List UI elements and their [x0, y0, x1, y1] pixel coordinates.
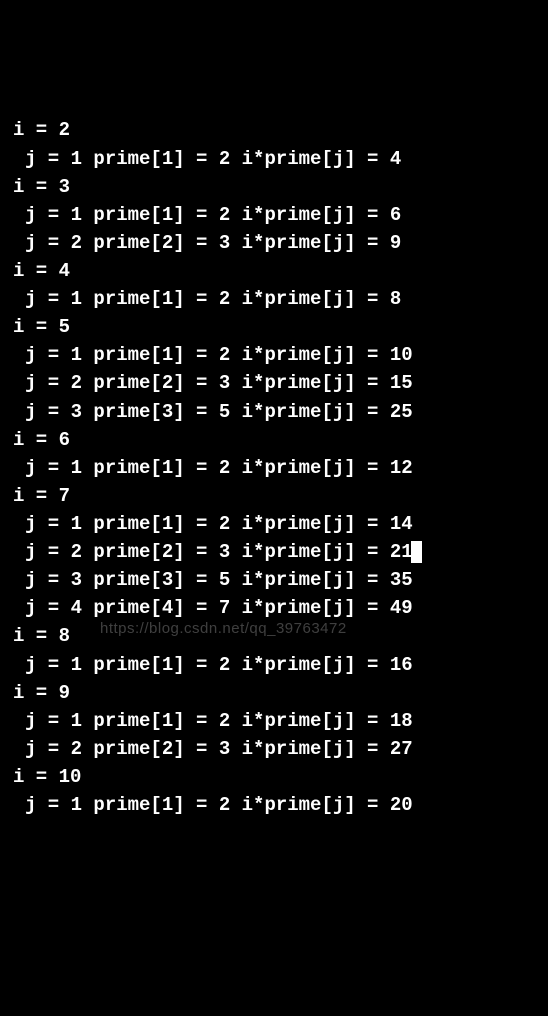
- output-line: j = 4 prime[4] = 7 i*prime[j] = 49: [8, 594, 548, 622]
- output-text: j = 1 prime[1] = 2 i*prime[j] = 6: [25, 204, 401, 226]
- output-line: j = 1 prime[1] = 2 i*prime[j] = 4: [8, 145, 548, 173]
- output-line: j = 1 prime[1] = 2 i*prime[j] = 8: [8, 285, 548, 313]
- output-text: i = 8: [13, 625, 70, 647]
- output-line: j = 1 prime[1] = 2 i*prime[j] = 18: [8, 707, 548, 735]
- output-text: j = 1 prime[1] = 2 i*prime[j] = 14: [25, 513, 413, 535]
- output-line: j = 3 prime[3] = 5 i*prime[j] = 35: [8, 566, 548, 594]
- output-line: j = 1 prime[1] = 2 i*prime[j] = 16: [8, 651, 548, 679]
- output-text: i = 5: [13, 316, 70, 338]
- output-text: i = 10: [13, 766, 81, 788]
- output-text: j = 3 prime[3] = 5 i*prime[j] = 35: [25, 569, 413, 591]
- output-line: i = 10: [8, 763, 548, 791]
- output-line: j = 1 prime[1] = 2 i*prime[j] = 6: [8, 201, 548, 229]
- output-text: j = 1 prime[1] = 2 i*prime[j] = 12: [25, 457, 413, 479]
- output-text: j = 1 prime[1] = 2 i*prime[j] = 16: [25, 654, 413, 676]
- output-line: j = 1 prime[1] = 2 i*prime[j] = 12: [8, 454, 548, 482]
- output-text: j = 1 prime[1] = 2 i*prime[j] = 18: [25, 710, 413, 732]
- output-line: i = 2: [8, 116, 548, 144]
- output-text: i = 3: [13, 176, 70, 198]
- output-line: j = 2 prime[2] = 3 i*prime[j] = 9: [8, 229, 548, 257]
- output-text: j = 2 prime[2] = 3 i*prime[j] = 27: [25, 738, 413, 760]
- output-text: i = 4: [13, 260, 70, 282]
- terminal-output: i = 2 j = 1 prime[1] = 2 i*prime[j] = 4 i …: [8, 116, 548, 819]
- output-line: j = 2 prime[2] = 3 i*prime[j] = 27: [8, 735, 548, 763]
- output-text: i = 7: [13, 485, 70, 507]
- output-text: j = 1 prime[1] = 2 i*prime[j] = 8: [25, 288, 401, 310]
- output-line: j = 3 prime[3] = 5 i*prime[j] = 25: [8, 398, 548, 426]
- output-text: j = 3 prime[3] = 5 i*prime[j] = 25: [25, 401, 413, 423]
- output-line: i = 3: [8, 173, 548, 201]
- output-text: i = 9: [13, 682, 70, 704]
- output-text: j = 1 prime[1] = 2 i*prime[j] = 4: [25, 148, 401, 170]
- output-line: i = 5: [8, 313, 548, 341]
- output-text: i = 2: [13, 119, 70, 141]
- output-line: i = 4: [8, 257, 548, 285]
- output-line: j = 2 prime[2] = 3 i*prime[j] = 21: [8, 538, 548, 566]
- output-line: j = 1 prime[1] = 2 i*prime[j] = 14: [8, 510, 548, 538]
- output-text: j = 1 prime[1] = 2 i*prime[j] = 20: [25, 794, 413, 816]
- output-text: j = 2 prime[2] = 3 i*prime[j] = 9: [25, 232, 401, 254]
- cursor-icon: [411, 541, 422, 563]
- output-line: j = 2 prime[2] = 3 i*prime[j] = 15: [8, 369, 548, 397]
- output-text: j = 4 prime[4] = 7 i*prime[j] = 49: [25, 597, 413, 619]
- output-line: i = 9: [8, 679, 548, 707]
- output-line: i = 8: [8, 622, 548, 650]
- output-text: j = 2 prime[2] = 3 i*prime[j] = 21: [25, 541, 413, 563]
- output-text: j = 1 prime[1] = 2 i*prime[j] = 10: [25, 344, 413, 366]
- output-line: i = 6: [8, 426, 548, 454]
- output-line: j = 1 prime[1] = 2 i*prime[j] = 20: [8, 791, 548, 819]
- output-text: i = 6: [13, 429, 70, 451]
- output-text: j = 2 prime[2] = 3 i*prime[j] = 15: [25, 372, 413, 394]
- output-line: i = 7: [8, 482, 548, 510]
- output-line: j = 1 prime[1] = 2 i*prime[j] = 10: [8, 341, 548, 369]
